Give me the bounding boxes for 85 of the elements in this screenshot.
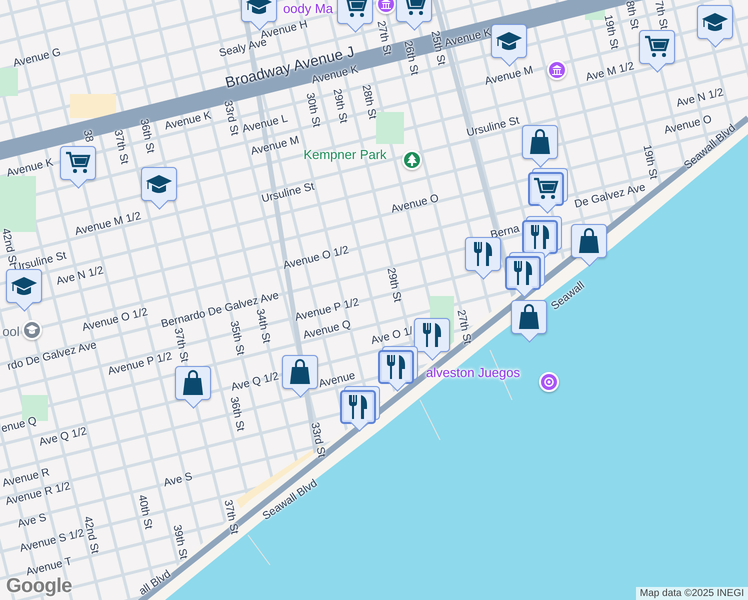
fork-and-knife-icon <box>422 322 442 348</box>
map-label: 19th St <box>602 14 620 50</box>
map-label: 34th St <box>254 308 272 344</box>
map-label: Avenue Q <box>302 318 352 342</box>
map-label: 26th St <box>402 40 420 76</box>
map-label: 38 <box>80 128 96 144</box>
shopping-cart-icon <box>644 35 670 59</box>
graduation-cap-icon <box>495 30 523 52</box>
park-area <box>0 68 18 96</box>
map-label: ool <box>2 325 20 339</box>
map-label: 37th St <box>222 498 240 536</box>
map-label: 39th St <box>170 524 190 560</box>
fork-and-knife-icon <box>348 394 368 420</box>
map-label: 27th St <box>374 20 394 56</box>
map-label: 30th St <box>304 92 322 128</box>
map-label: Avenue M <box>484 64 534 88</box>
map-label: Ave M 1/2 <box>584 60 636 84</box>
pier-line <box>420 400 440 440</box>
fork-and-knife-icon <box>513 260 533 286</box>
shopping-cart-icon <box>533 177 559 201</box>
pier-line <box>248 534 270 566</box>
map-label: 37th St <box>112 128 130 166</box>
graduation-cap-icon <box>701 11 729 33</box>
map-label: 37th St <box>172 326 190 364</box>
graduation-cap-icon <box>26 324 38 336</box>
shopping-cart-icon <box>65 151 91 175</box>
map-label: rdo De Galvez Ave <box>6 339 98 373</box>
fork-and-knife-icon <box>386 354 406 380</box>
map-label: Berna <box>489 222 521 242</box>
map-label: oody Ma <box>283 2 333 16</box>
map-label: 27th St <box>454 308 474 346</box>
map-label: Avenue L <box>241 112 289 136</box>
fork-and-knife-icon <box>473 241 493 267</box>
map-label: 35th St <box>228 320 246 356</box>
map-label: 29th St <box>330 88 350 124</box>
fork-and-knife-icon <box>530 224 550 250</box>
map-label: Avenue O 1/2 <box>282 244 350 272</box>
shopping-bag-icon <box>578 228 600 254</box>
map-label: Avenue K <box>6 156 54 180</box>
map-label: Ave Q 1/2 <box>38 425 88 449</box>
map-label: 28th St <box>360 84 378 120</box>
museum-icon <box>380 0 392 10</box>
map-label: Avenue P 1/2 <box>106 350 174 378</box>
map-label: 36th St <box>228 396 246 432</box>
map-label: Ursuline St <box>465 114 521 140</box>
map-label: Ave O 1/ <box>370 325 414 347</box>
map-label: 8th St <box>623 0 641 30</box>
map-label: Ave N 1/2 <box>55 264 105 288</box>
park-area <box>376 112 404 144</box>
graduation-cap-icon <box>245 0 273 16</box>
map-label: Avenue M <box>250 134 300 158</box>
map-label: Kempner Park <box>303 148 387 162</box>
museum-icon <box>551 64 563 76</box>
map-label: Ave S <box>162 470 194 490</box>
map-label: Avenue K <box>444 26 492 50</box>
map-label: Avenue O 1/2 <box>81 306 149 334</box>
shopping-bag-icon <box>529 129 551 155</box>
map-label: Avenue O <box>390 192 440 216</box>
map-attribution: Map data ©2025 INEGI <box>636 587 748 600</box>
graduation-cap-icon <box>10 275 38 297</box>
sand-area <box>70 94 116 118</box>
map-label: Ave N 1/2 <box>675 86 725 110</box>
amusement-icon <box>543 376 555 388</box>
map-label: De Galvez Ave <box>573 181 647 211</box>
map-label: Avenue <box>318 370 356 390</box>
map-label: 33rd St <box>308 421 328 459</box>
map-label: Avenue G <box>12 46 62 70</box>
shopping-bag-icon <box>182 370 204 396</box>
map-label: Avenue M 1/2 <box>74 210 142 238</box>
shopping-bag-icon <box>289 359 311 385</box>
map-label: Ursuline St <box>260 180 316 206</box>
tree-icon <box>406 154 418 166</box>
map-label: all Blvd <box>136 568 174 598</box>
map-label: Avenue O <box>662 113 714 137</box>
graduation-cap-icon <box>145 173 173 195</box>
map-label: Ave Q 1/2 <box>230 370 280 394</box>
map-label: 36th St <box>138 118 156 154</box>
map-label: 40th St <box>136 494 154 530</box>
map-label: Avenue K <box>164 109 212 133</box>
map-label: 7th St <box>652 0 670 30</box>
map-label: 29th St <box>384 266 404 304</box>
map-label: 33rd St <box>221 99 241 137</box>
shopping-bag-icon <box>518 304 540 330</box>
map-label: 19th St <box>640 144 660 180</box>
map-label: enue Q <box>0 414 38 436</box>
